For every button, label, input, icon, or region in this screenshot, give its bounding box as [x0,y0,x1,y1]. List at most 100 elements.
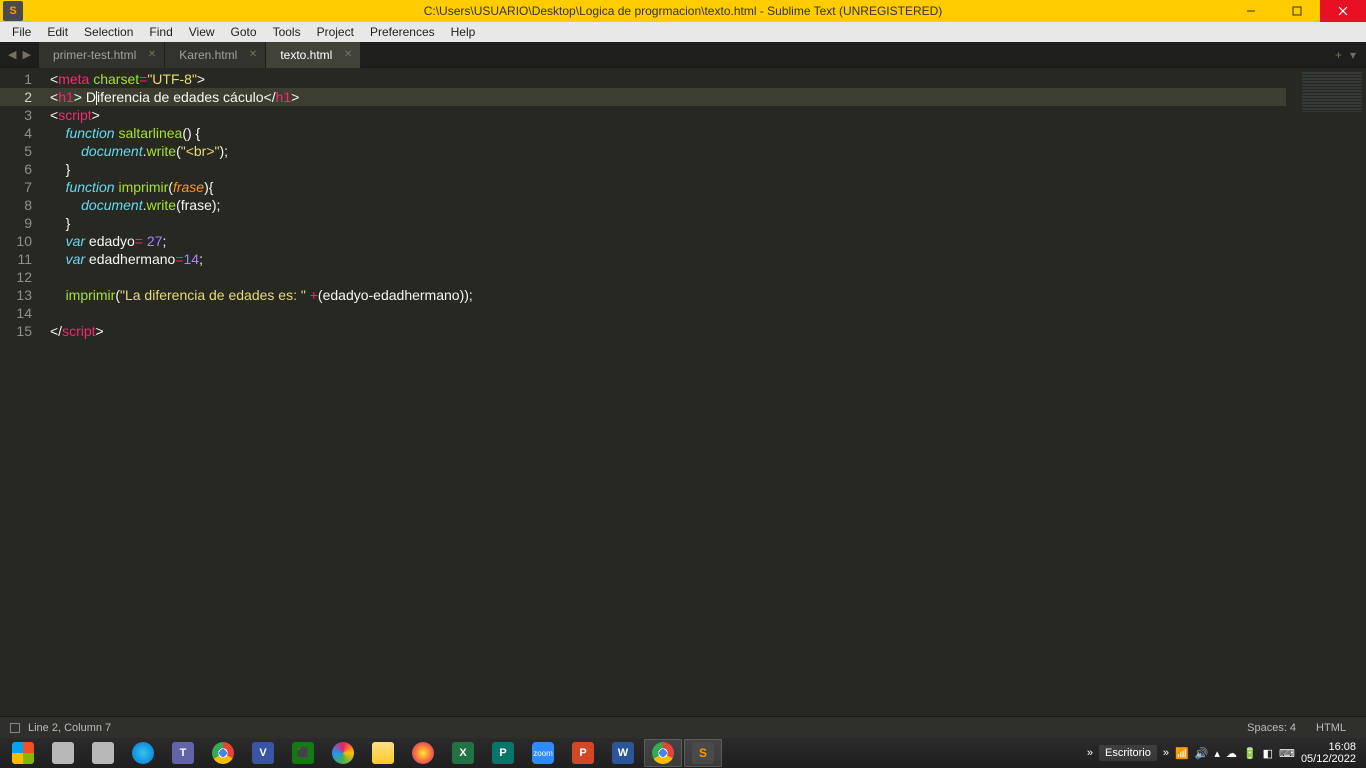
back-icon[interactable]: ◀ [8,48,16,61]
system-tray: » Escritorio » 📶 🔊 ▴ ☁ 🔋 ◧ ⌨ 16:08 05/12… [1087,741,1362,765]
menu-find[interactable]: Find [141,23,180,41]
taskbar-edge[interactable] [124,739,162,767]
code-line[interactable]: } [50,214,1286,232]
code-line[interactable]: <h1> Diferencia de edades cáculo</h1> [50,88,1286,106]
forward-icon[interactable]: ▶ [22,48,30,61]
menu-edit[interactable]: Edit [39,23,76,41]
taskbar-store[interactable]: ⬛ [284,739,322,767]
toolbar-expand-icon[interactable]: » [1163,747,1169,759]
taskbar-excel[interactable]: X [444,739,482,767]
status-indent[interactable]: Spaces: 4 [1237,722,1306,734]
menu-preferences[interactable]: Preferences [362,23,443,41]
code-line[interactable]: document.write("<br>"); [50,142,1286,160]
code-line[interactable]: } [50,160,1286,178]
tab-close-icon[interactable]: ✕ [344,49,352,60]
tab-menu-icon[interactable]: ▾ [1350,48,1356,62]
window-titlebar: S C:\Users\USUARIO\Desktop\Logica de pro… [0,0,1366,22]
powerpoint-icon: P [572,742,594,764]
tab-bar: ◀ ▶ primer-test.html ✕ Karen.html ✕ text… [0,42,1366,68]
clock-time: 16:08 [1301,741,1356,753]
code-line[interactable]: <meta charset="UTF-8"> [50,70,1286,88]
tab-label: texto.html [280,48,332,62]
tab-label: Karen.html [179,48,237,62]
taskbar-sublime[interactable]: S [684,739,722,767]
status-bar: Line 2, Column 7 Spaces: 4 HTML [0,716,1366,738]
taskbar-teams[interactable]: T [164,739,202,767]
app-icon: S [3,1,23,21]
close-button[interactable] [1320,0,1366,22]
menu-bar: File Edit Selection Find View Goto Tools… [0,22,1366,42]
minimap[interactable] [1286,68,1366,716]
tab-close-icon[interactable]: ✕ [148,49,156,60]
minimize-button[interactable] [1228,0,1274,22]
code-line[interactable]: imprimir("La diferencia de edades es: " … [50,286,1286,304]
new-tab-icon[interactable]: + [1335,48,1342,62]
tray-hidden-icon[interactable]: ▴ [1214,747,1220,760]
taskbar-firefox[interactable] [404,739,442,767]
tray-app-icon[interactable]: ◧ [1263,747,1273,760]
code-line[interactable] [50,268,1286,286]
word-icon: W [612,742,634,764]
panel-switch-icon[interactable] [10,723,20,733]
minimap-preview [1302,72,1362,112]
taskbar-clock[interactable]: 16:08 05/12/2022 [1301,741,1356,765]
code-line[interactable]: </script> [50,322,1286,340]
taskbar-task-view[interactable] [44,739,82,767]
menu-tools[interactable]: Tools [265,23,309,41]
window-title: C:\Users\USUARIO\Desktop\Logica de progr… [424,4,943,18]
menu-view[interactable]: View [181,23,223,41]
taskbar-search[interactable] [84,739,122,767]
menu-project[interactable]: Project [309,23,362,41]
line-gutter: 123456789101112131415 [0,68,50,716]
publisher-icon: P [492,742,514,764]
tab-texto[interactable]: texto.html ✕ [266,42,361,68]
menu-goto[interactable]: Goto [223,23,265,41]
taskbar-publisher[interactable]: P [484,739,522,767]
menu-selection[interactable]: Selection [76,23,141,41]
menu-file[interactable]: File [4,23,39,41]
search-icon [92,742,114,764]
tab-primer-test[interactable]: primer-test.html ✕ [39,42,165,68]
tray-network-icon[interactable]: 📶 [1175,747,1189,760]
code-line[interactable]: function imprimir(frase){ [50,178,1286,196]
desktop-toolbar[interactable]: Escritorio [1099,745,1157,761]
taskbar-explorer[interactable] [364,739,402,767]
code-line[interactable]: var edadyo= 27; [50,232,1286,250]
edge-icon [132,742,154,764]
taskbar-photos[interactable] [324,739,362,767]
tray-onedrive-icon[interactable]: ☁ [1226,747,1237,760]
code-area[interactable]: <meta charset="UTF-8"><h1> Diferencia de… [50,68,1286,716]
taskbar-powerpoint[interactable]: P [564,739,602,767]
tab-close-icon[interactable]: ✕ [249,49,257,60]
tray-volume-icon[interactable]: 🔊 [1195,747,1209,760]
tab-history-nav[interactable]: ◀ ▶ [0,48,39,61]
taskbar-chrome-open[interactable] [644,739,682,767]
menu-help[interactable]: Help [443,23,484,41]
code-line[interactable]: var edadhermano=14; [50,250,1286,268]
code-line[interactable] [50,304,1286,322]
code-line[interactable]: <script> [50,106,1286,124]
taskbar-zoom[interactable]: zoom [524,739,562,767]
tray-lang-icon[interactable]: ⌨ [1279,747,1295,760]
toolbar-chevron-icon[interactable]: » [1087,747,1093,759]
code-editor[interactable]: 123456789101112131415 <meta charset="UTF… [0,68,1366,716]
taskbar-chrome[interactable] [204,739,242,767]
maximize-button[interactable] [1274,0,1320,22]
taskbar-visio[interactable]: V [244,739,282,767]
tray-battery-icon[interactable]: 🔋 [1243,747,1257,760]
chrome-open-icon [652,742,674,764]
tab-karen[interactable]: Karen.html ✕ [165,42,266,68]
code-line[interactable]: function saltarlinea() { [50,124,1286,142]
store-icon: ⬛ [292,742,314,764]
taskbar-word[interactable]: W [604,739,642,767]
taskbar-start[interactable] [4,739,42,767]
status-position[interactable]: Line 2, Column 7 [28,722,111,734]
firefox-icon [412,742,434,764]
zoom-icon: zoom [532,742,554,764]
start-icon [12,742,34,764]
chrome-icon [212,742,234,764]
status-syntax[interactable]: HTML [1306,722,1356,734]
teams-icon: T [172,742,194,764]
code-line[interactable]: document.write(frase); [50,196,1286,214]
window-controls [1228,0,1366,22]
